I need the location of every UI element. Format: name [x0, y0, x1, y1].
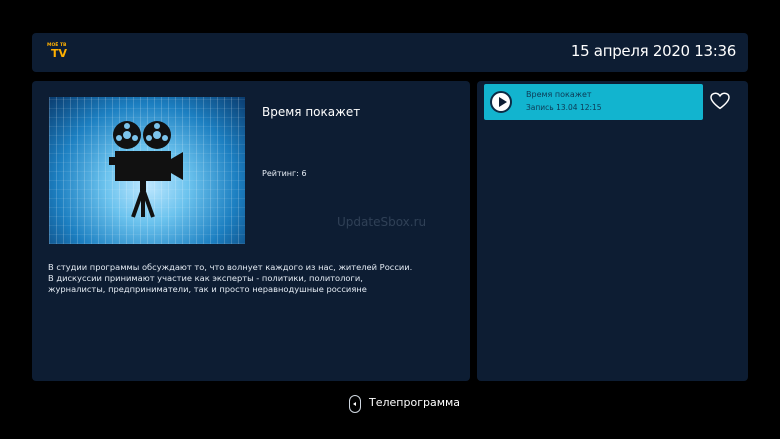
film-camera-icon [109, 121, 183, 218]
recording-item[interactable]: Время покажет Запись 13.04 12:15 [484, 84, 703, 120]
program-poster [49, 97, 245, 244]
app-logo: МОЁ ТВ TV [47, 43, 69, 61]
recording-title: Время покажет [526, 90, 592, 99]
program-details-panel: Время покажет Рейтинг: 6 UpdateSbox.ru В… [32, 81, 470, 381]
program-description: В студии программы обсуждают то, что вол… [48, 262, 413, 294]
play-icon[interactable] [490, 91, 512, 113]
recording-subtitle: Запись 13.04 12:15 [526, 103, 602, 112]
program-rating: Рейтинг: 6 [262, 169, 307, 178]
date-time: 15 апреля 2020 13:36 [570, 42, 736, 60]
watermark: UpdateSbox.ru [337, 215, 427, 229]
program-title: Время покажет [262, 105, 361, 119]
top-bar: МОЁ ТВ TV 15 апреля 2020 13:36 [32, 33, 748, 72]
tv-guide-label: Телепрограмма [369, 396, 461, 409]
logo-tv-text: TV [51, 47, 68, 60]
heart-icon[interactable] [710, 92, 730, 110]
remote-dial-left-icon [349, 395, 361, 413]
recordings-panel: Время покажет Запись 13.04 12:15 [477, 81, 748, 381]
